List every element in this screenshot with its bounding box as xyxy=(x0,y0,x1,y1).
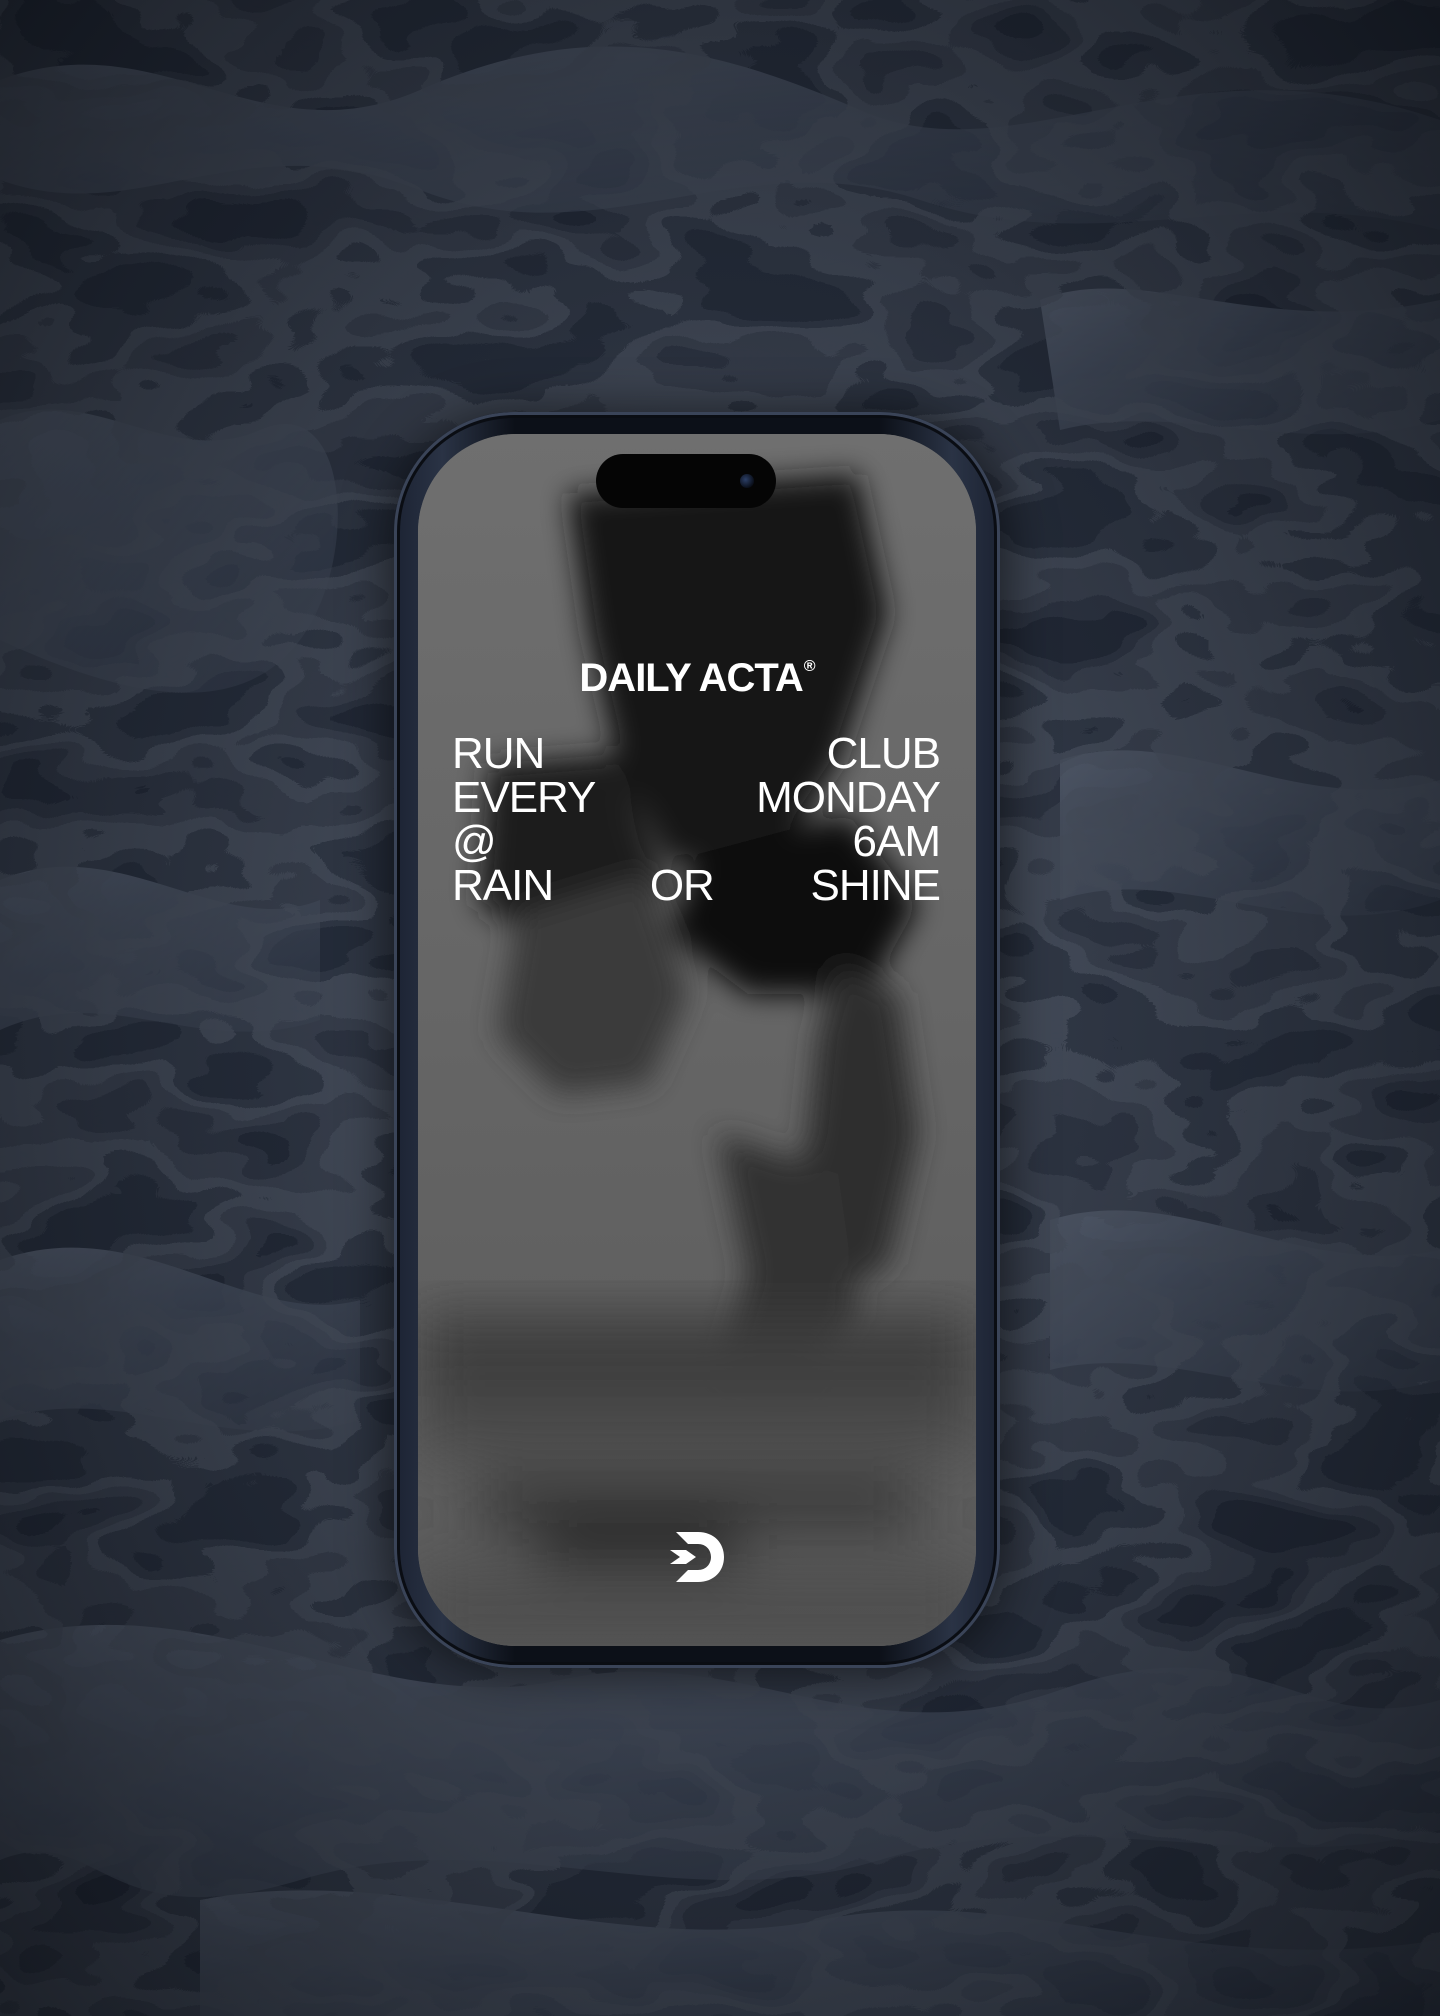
poster-word: CLUB xyxy=(826,729,941,778)
poster-word: MONDAY xyxy=(756,773,941,822)
poster-word: SHINE xyxy=(810,861,941,910)
dynamic-island xyxy=(596,454,776,508)
poster-text: RUN CLUB EVERY MONDAY @ 6AM RAIN OR SHIN… xyxy=(452,729,941,910)
poster-word: OR xyxy=(649,861,715,910)
poster-line: RAIN OR SHINE xyxy=(452,861,941,910)
front-camera-icon xyxy=(740,474,754,488)
poster-word: RAIN xyxy=(452,861,554,910)
poster-line: RUN CLUB xyxy=(452,729,941,778)
poster-line: @ 6AM xyxy=(452,817,941,866)
smartphone-mockup: DAILY ACTA® RUN CLUB EVERY MONDAY @ 6AM … xyxy=(394,412,1000,1668)
poster-line: EVERY MONDAY xyxy=(452,773,941,822)
brand-name: DAILY ACTA xyxy=(579,656,803,700)
registered-mark: ® xyxy=(803,658,816,675)
phone-screen: DAILY ACTA® RUN CLUB EVERY MONDAY @ 6AM … xyxy=(418,434,976,1646)
poster-word: @ xyxy=(452,817,497,866)
brand-title: DAILY ACTA® xyxy=(418,656,976,701)
poster-word: 6AM xyxy=(852,817,941,866)
daily-acta-logo-icon xyxy=(670,1532,724,1582)
poster-word: RUN xyxy=(452,729,545,778)
blurred-runner-photo xyxy=(418,434,976,1646)
poster-word: EVERY xyxy=(452,773,596,822)
